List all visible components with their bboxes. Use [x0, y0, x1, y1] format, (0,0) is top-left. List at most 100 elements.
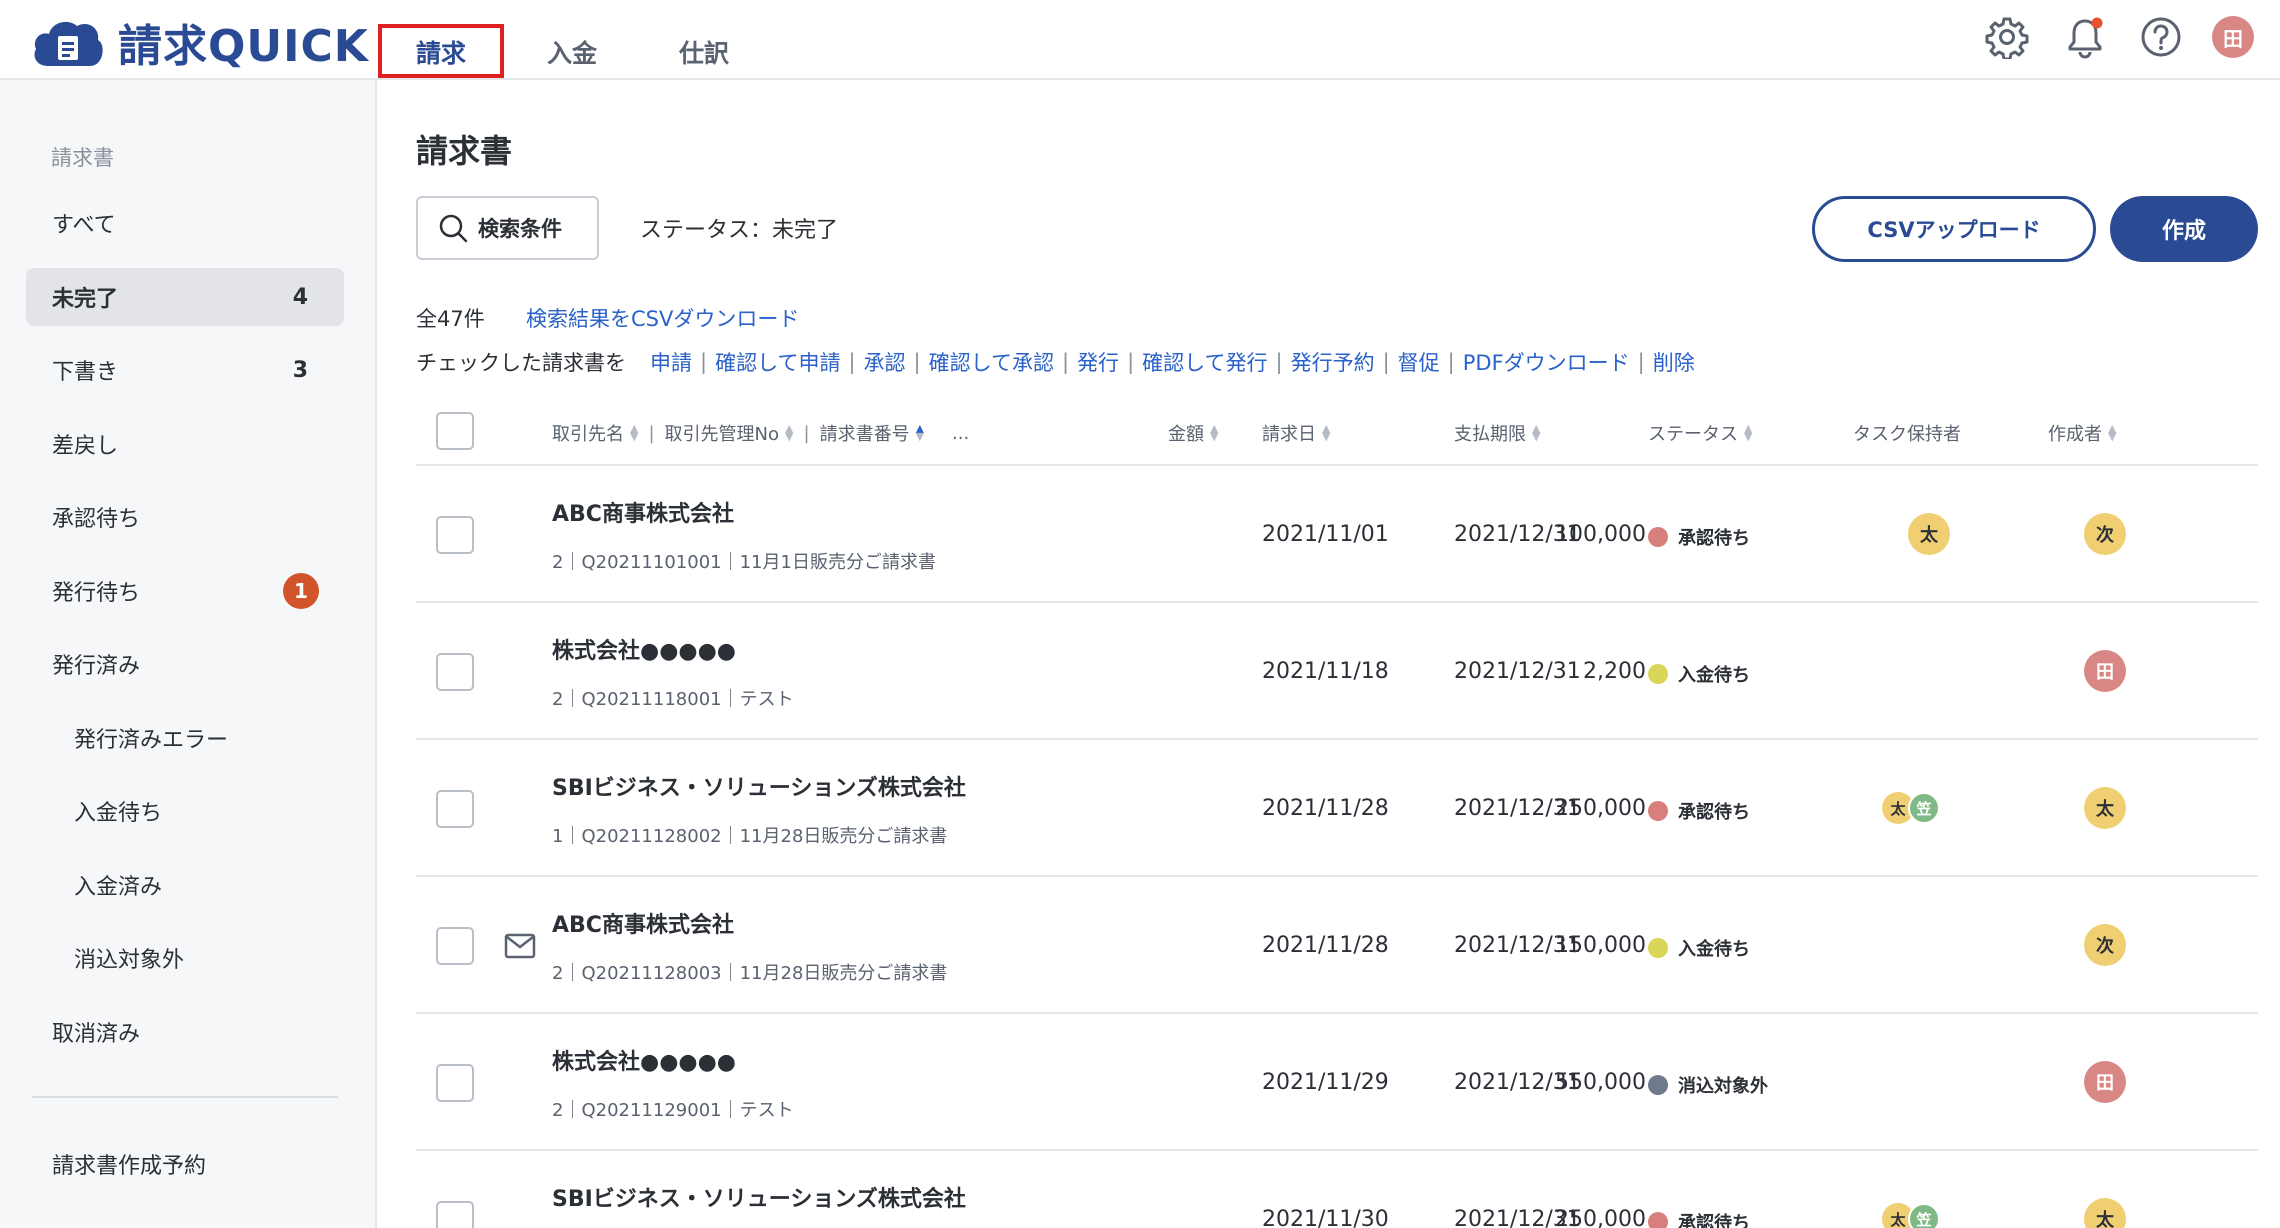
column-header-client[interactable]: 取引先名 ▲ ▼ | 取引先管理No ▲ ▼ | 請求書番号 ▲ ▼ ...	[552, 420, 969, 446]
row-checkbox[interactable]	[436, 516, 474, 554]
row-checkbox[interactable]	[436, 790, 474, 828]
status-filter-text: ステータス：未完了	[640, 218, 839, 243]
sidebar-item-label: 承認待ち	[52, 507, 141, 532]
status-dot	[1648, 801, 1668, 821]
bulk-action-link[interactable]: PDFダウンロード	[1463, 347, 1630, 377]
sidebar-item-awaiting-approval[interactable]: 承認待ち	[26, 488, 344, 546]
sort-icon: ▲ ▼	[1532, 422, 1541, 443]
gear-icon[interactable]	[1982, 12, 2032, 62]
user-avatar[interactable]: 田	[2212, 16, 2254, 58]
creator-avatar: 次	[2084, 513, 2126, 555]
invoice-date: 2021/11/18	[1262, 659, 1389, 684]
sidebar-item-label: 入金済み	[74, 875, 163, 900]
creator-avatar: 次	[2084, 924, 2126, 966]
tab-invoice[interactable]: 請求	[378, 24, 504, 78]
create-button[interactable]: 作成	[2110, 196, 2258, 262]
row-checkbox[interactable]	[436, 1064, 474, 1102]
bulk-action-separator: |	[1061, 350, 1070, 374]
select-all-checkbox[interactable]	[436, 412, 474, 450]
bell-icon[interactable]	[2060, 12, 2110, 62]
due-date: 2021/12/31	[1454, 659, 1581, 684]
column-header-amount[interactable]: 金額 ▲ ▼	[1168, 420, 1218, 446]
column-header-label: タスク保持者	[1853, 424, 1961, 445]
sidebar-section-label: 請求書	[51, 146, 114, 170]
table-header: 取引先名 ▲ ▼ | 取引先管理No ▲ ▼ | 請求書番号 ▲ ▼ ... 金額 ▲…	[416, 406, 2258, 466]
due-date: 2021/12/31	[1454, 522, 1581, 547]
column-more-indicator[interactable]: ...	[952, 423, 969, 444]
help-icon[interactable]	[2136, 12, 2186, 62]
sidebar-item-draft[interactable]: 下書き 3	[26, 341, 344, 399]
column-header-status[interactable]: ステータス ▲ ▼	[1648, 420, 1752, 446]
bulk-action-separator: |	[913, 350, 921, 374]
sidebar-item-cancelled[interactable]: 取消済み	[26, 1003, 344, 1061]
sidebar-item-label: 差戻し	[52, 434, 119, 459]
bulk-action-link[interactable]: 確認して承認	[929, 347, 1054, 377]
total-count: 全47件	[416, 307, 485, 331]
csv-upload-button[interactable]: CSVアップロード	[1812, 196, 2096, 262]
sidebar-item-incomplete[interactable]: 未完了 4	[26, 268, 344, 326]
bulk-action-link[interactable]: 確認して申請	[715, 347, 840, 377]
table-row[interactable]: 株式会社●●●●● 2｜Q20211118001｜テスト 2,200 2021/11/…	[416, 603, 2258, 740]
sidebar-item-label: 下書き	[52, 360, 119, 385]
sidebar-item-count: 4	[292, 284, 308, 310]
sidebar-item-issued[interactable]: 発行済み	[26, 635, 344, 693]
column-header-creator[interactable]: 作成者 ▲ ▼	[2048, 420, 2116, 446]
column-header-label: 支払期限	[1454, 424, 1526, 445]
sidebar-item-paid[interactable]: 入金済み	[26, 856, 344, 914]
app-logo[interactable]: 請求QUICK	[30, 10, 369, 74]
sidebar-item-awaiting-payment[interactable]: 入金待ち	[26, 782, 344, 840]
row-checkbox[interactable]	[436, 927, 474, 965]
task-holder-avatar: 笠	[1908, 792, 1940, 824]
table-row[interactable]: 株式会社●●●●● 2｜Q20211129001｜テスト 550,000 2021/1…	[416, 1014, 2258, 1151]
sidebar-item-scheduled-creation[interactable]: 請求書作成予約	[26, 1135, 344, 1193]
mail-icon	[504, 933, 536, 963]
table-row[interactable]: SBIビジネス・ソリューションズ株式会社 250,000 2021/11/30 202…	[416, 1151, 2258, 1228]
bulk-action-link[interactable]: 督促	[1398, 347, 1440, 377]
bulk-action-separator: |	[1447, 350, 1455, 374]
column-header-label: 作成者	[2048, 424, 2102, 445]
tab-payment[interactable]: 入金	[530, 26, 614, 78]
bulk-action-link[interactable]: 発行	[1077, 347, 1119, 377]
row-checkbox[interactable]	[436, 653, 474, 691]
column-header-due[interactable]: 支払期限 ▲ ▼	[1454, 420, 1540, 446]
sidebar-item-all[interactable]: すべて	[26, 194, 344, 252]
client-name[interactable]: 株式会社●●●●●	[552, 1044, 736, 1076]
column-header-label: 金額	[1168, 424, 1204, 445]
sidebar-item-label: 発行待ち	[52, 581, 141, 606]
status-badge: 入金待ち	[1648, 661, 1750, 687]
sidebar-item-issued-error[interactable]: 発行済みエラー	[26, 709, 344, 767]
bulk-action-link[interactable]: 承認	[864, 347, 906, 377]
invoice-date: 2021/11/28	[1262, 933, 1389, 958]
sidebar-item-label: 発行済み	[52, 654, 141, 679]
due-date: 2021/12/31	[1454, 933, 1581, 958]
table-row[interactable]: SBIビジネス・ソリューションズ株式会社 1｜Q20211128002｜11月28…	[416, 740, 2258, 877]
csv-download-link[interactable]: 検索結果をCSVダウンロード	[526, 303, 799, 333]
client-name[interactable]: ABC商事株式会社	[552, 496, 734, 528]
status-label: 承認待ち	[1678, 528, 1750, 549]
client-name[interactable]: 株式会社●●●●●	[552, 633, 736, 665]
client-name[interactable]: ABC商事株式会社	[552, 907, 734, 939]
bulk-action-link[interactable]: 発行予約	[1291, 347, 1375, 377]
column-header-label: 取引先名	[552, 424, 624, 445]
bulk-action-link[interactable]: 確認して発行	[1142, 347, 1267, 377]
row-checkbox[interactable]	[436, 1201, 474, 1228]
client-name[interactable]: SBIビジネス・ソリューションズ株式会社	[552, 770, 966, 802]
column-header-date[interactable]: 請求日 ▲ ▼	[1262, 420, 1330, 446]
client-name[interactable]: SBIビジネス・ソリューションズ株式会社	[552, 1181, 966, 1213]
tab-journal[interactable]: 仕訳	[662, 26, 746, 78]
table-row[interactable]: ABC商事株式会社 2｜Q20211128003｜11月28日販売分ご請求書 150…	[416, 877, 2258, 1014]
status-badge: 承認待ち	[1648, 1209, 1750, 1228]
sidebar-item-returned[interactable]: 差戻し	[26, 415, 344, 473]
column-header-task-holder: タスク保持者	[1853, 420, 1961, 446]
status-dot	[1648, 664, 1668, 684]
sidebar-item-awaiting-issue[interactable]: 発行待ち 1	[26, 562, 344, 620]
table-row[interactable]: ABC商事株式会社 2｜Q20211101001｜11月1日販売分ご請求書 100,…	[416, 466, 2258, 603]
bulk-action-link[interactable]: 申請	[650, 347, 692, 377]
sidebar-item-excluded[interactable]: 消込対象外	[26, 929, 344, 987]
bulk-action-link[interactable]: 削除	[1653, 347, 1695, 377]
search-conditions-button[interactable]: 検索条件	[416, 196, 599, 260]
notification-badge: 1	[283, 573, 319, 609]
sidebar-item-label: すべて	[52, 213, 116, 238]
status-badge: 承認待ち	[1648, 524, 1750, 550]
column-header-label: 請求日	[1262, 424, 1316, 445]
